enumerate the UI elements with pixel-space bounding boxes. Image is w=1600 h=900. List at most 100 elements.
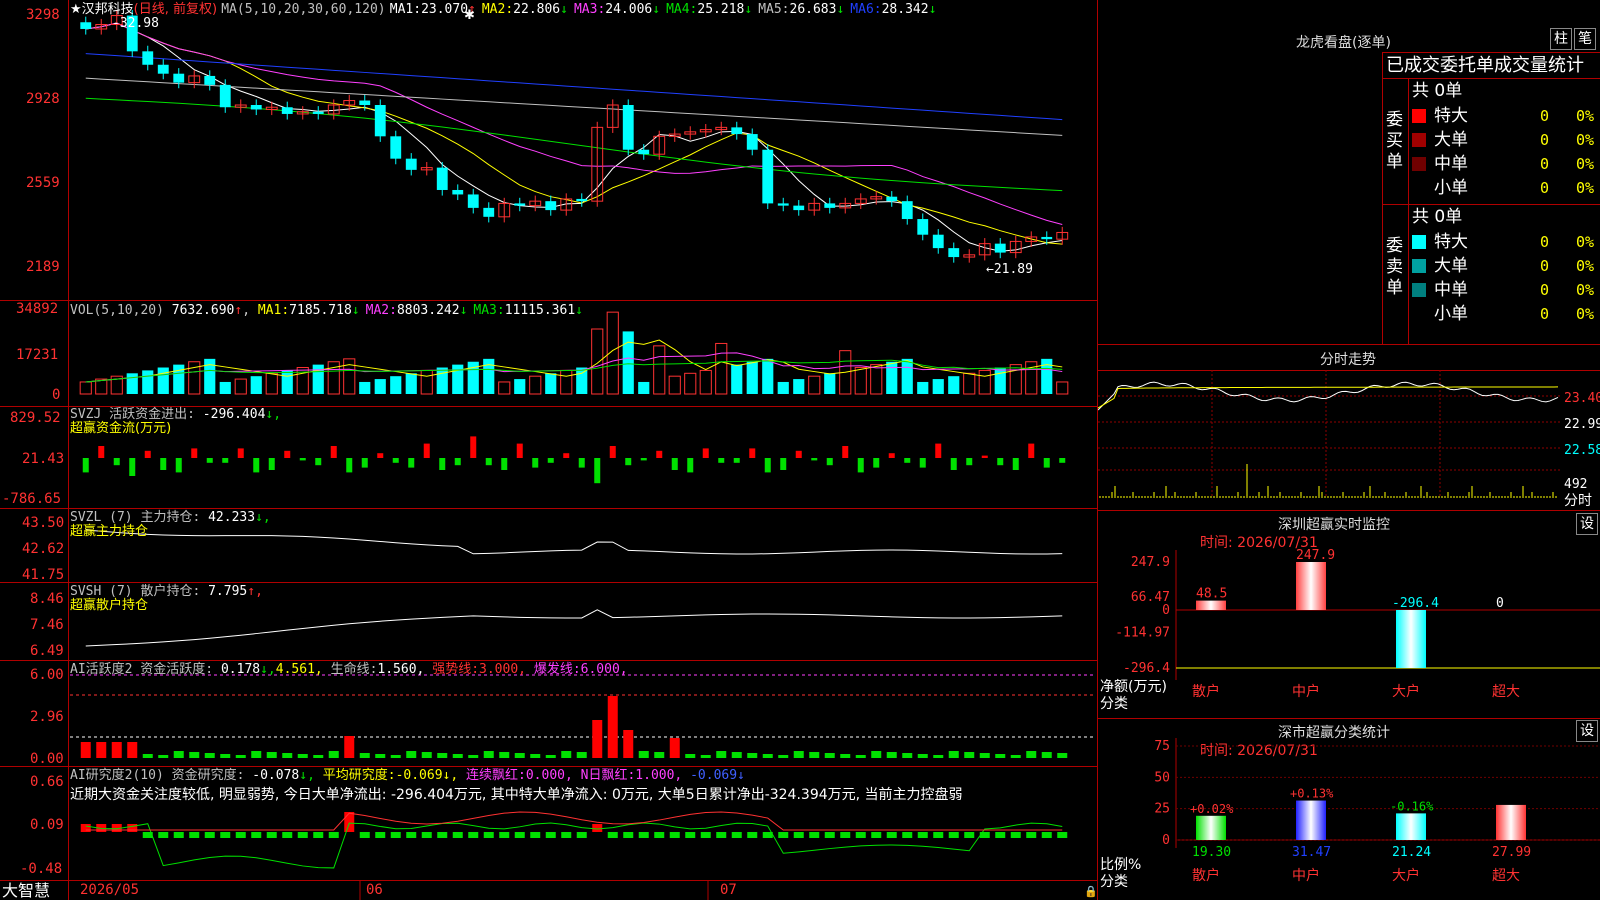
legend-swatch [1412,235,1426,249]
avg-arrow: ↓, [442,768,459,783]
ma-line [85,97,1063,192]
svzj-title: SVZJ 活跃资金进出: [70,407,195,422]
star-icon[interactable]: ★ [70,2,82,17]
active-bar [1026,751,1037,758]
category-label: 超大 [1492,868,1520,884]
ma-item: MA6:28.342↓ [850,2,937,17]
bar-mode-button[interactable]: 柱 [1550,28,1572,50]
flow-bar [563,453,570,458]
active-bar [437,753,448,758]
volume-bar [79,381,92,395]
candle [359,100,371,106]
ratio-label: 比例% [1100,857,1142,873]
ma-line [85,22,1063,226]
active-bar [158,755,169,758]
volume-bar [591,328,604,395]
flow-bar [268,458,275,470]
volume-bar [932,379,944,394]
research-bar [545,832,556,838]
volume-bar [405,373,417,394]
flow-bar [702,448,709,458]
period-label[interactable]: (日线, 前复权) [134,2,217,17]
research-bar [964,832,975,838]
flow-bar [284,450,291,458]
active-bar [731,752,742,758]
research-bar [452,832,463,838]
order-count: 0 [1540,305,1550,323]
order-pct: 0% [1576,107,1595,125]
research-bar [669,832,680,838]
volume-bar [142,370,154,394]
ma-item: MA3:11115.361↓ [473,303,583,318]
volume-bar [219,381,231,394]
active-bar [127,742,138,758]
flow-bar [826,458,833,466]
strong-value: 3.000, [479,662,526,677]
order-pct: 0% [1576,155,1595,173]
volume-bar [886,361,898,394]
stats-value: 27.99 [1492,845,1531,860]
svzl-tick: 43.50 [22,515,65,531]
active-bar [499,752,510,758]
volume-bar [204,358,216,394]
volume-bar [436,367,448,394]
monitor-bar [1196,600,1226,610]
research-bar [204,832,215,838]
active-bar [406,751,417,758]
flow-bar [981,455,988,458]
svzj-subtitle: 超赢资金流(万元) [70,421,172,436]
volume-bar [638,381,650,394]
candle [483,207,495,217]
active-bar [96,742,107,758]
research-bar [948,832,959,838]
volume-bar [250,376,262,394]
stats-bar [1396,813,1426,840]
sz-stats-chart[interactable]: 75 50 25 0 +0.02% 19.30 散户 +0.13% 31.47 中户 -0.16% 2… [1098,718,1600,900]
flow-bar [237,448,244,458]
date-tick: 06 [366,882,383,898]
candle [793,205,805,211]
research-bar [654,832,665,838]
chart-area[interactable]: 3298 2928 2559 2189 ★汉邦科技(日线, 前复权) MA(5,… [0,0,1098,900]
flow-bar [532,458,539,468]
legend-swatch [1412,259,1426,273]
research-bar [483,832,494,838]
order-pct: 0% [1576,131,1595,149]
stats-tick: 25 [1154,802,1170,817]
ai-active-title: AI活跃度2 资金活跃度: [70,662,214,677]
ai-active-tick: 2.96 [30,709,64,725]
flow-bar [299,458,306,461]
buy-total: 共 0单 [1412,81,1463,101]
volume-bar [1009,364,1022,395]
ma-item: MA2:22.806↓ [481,2,568,17]
active-bar [576,752,587,758]
flow-bar [206,458,213,463]
indicator-canvas[interactable] [0,0,1098,900]
candle [731,127,743,135]
active-bar [623,730,634,758]
research-bar [1057,832,1068,838]
candle [250,105,262,110]
sz-monitor-chart[interactable]: 247.966.470-114.97-296.448.5散户247.9中户-29… [1098,510,1600,720]
intraday-title: 分时走势 [1320,352,1376,368]
active-bar [871,751,882,758]
research-bar [1026,832,1037,838]
active-bar [1041,752,1052,758]
active-bar [948,751,959,758]
flow-bar [733,458,740,463]
flow-bar [671,458,678,470]
volume-bar [498,381,511,395]
lock-icon[interactable]: 🔒 [1084,884,1098,899]
order-pct: 0% [1576,233,1595,251]
pen-mode-button[interactable]: 笔 [1574,28,1596,50]
flow-bar [222,458,229,463]
intraday-chart[interactable] [1098,370,1600,510]
candle [312,111,324,114]
order-type-label: 中单 [1434,280,1468,300]
research-bar [421,832,432,838]
ai-active-arrow1: ↓, [260,662,276,677]
active-bar [979,753,990,758]
svzl-value: 42.233 [208,510,256,525]
sell-total: 共 0单 [1412,207,1463,227]
flow-bar [454,458,461,466]
